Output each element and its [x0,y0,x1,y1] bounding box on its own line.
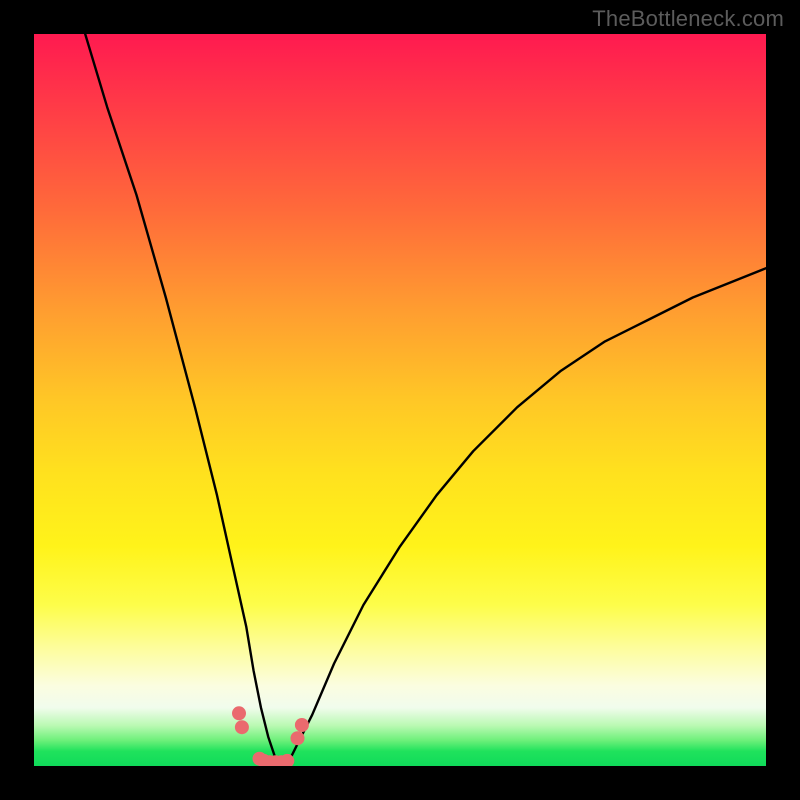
chart-curves-svg [34,34,766,766]
watermark-text: TheBottleneck.com [592,6,784,32]
chart-frame: TheBottleneck.com [0,0,800,800]
chart-plot-area [34,34,766,766]
curve-line [85,34,766,766]
trough-marker-dots [232,706,309,766]
